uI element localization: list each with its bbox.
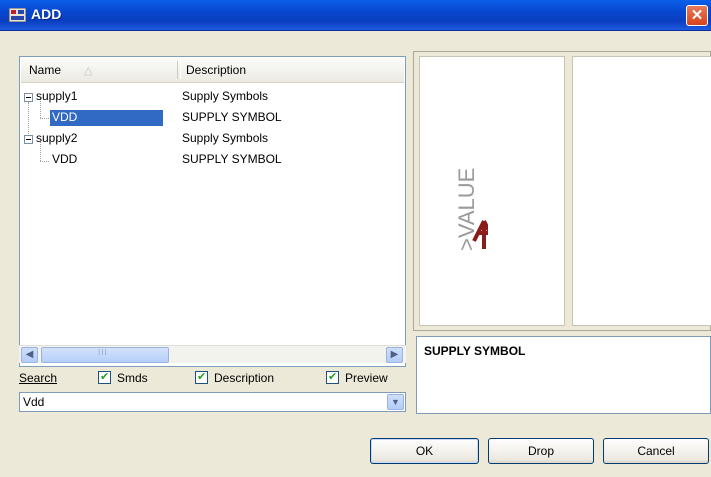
collapse-icon[interactable] [24, 93, 33, 102]
column-separator[interactable] [177, 61, 181, 79]
smds-label[interactable]: Smds [117, 371, 148, 385]
collapse-icon[interactable] [24, 135, 33, 144]
tree-row-name: supply2 [36, 131, 78, 145]
tree-row-description: Supply Symbols [182, 131, 269, 145]
preview-checkbox[interactable] [326, 370, 339, 384]
description-checkbox[interactable] [195, 370, 208, 384]
column-header-description[interactable]: Description [186, 63, 246, 77]
description-box: SUPPLY SYMBOL [416, 336, 711, 414]
tree-row[interactable]: supply1 Supply Symbols [20, 88, 405, 105]
search-combobox[interactable]: Vdd ▼ [19, 392, 406, 412]
scroll-grip: III [98, 348, 108, 357]
description-text: SUPPLY SYMBOL [424, 344, 526, 358]
scroll-thumb[interactable]: III [41, 347, 169, 363]
tree-row-selected[interactable]: VDD SUPPLY SYMBOL [20, 109, 405, 126]
close-icon: ✕ [690, 7, 704, 24]
symbol-preview: >VALUE [419, 56, 565, 326]
preview-label[interactable]: Preview [345, 371, 388, 385]
window-title: ADD [31, 6, 62, 22]
tree-row-description: SUPPLY SYMBOL [182, 152, 282, 166]
library-tree[interactable]: Name △ Description supply1 Supply Symbol… [19, 56, 406, 367]
drop-button[interactable]: Drop [488, 438, 594, 464]
horizontal-scrollbar[interactable]: ◀ III ▶ [19, 345, 406, 363]
tree-row[interactable]: VDD SUPPLY SYMBOL [20, 151, 405, 168]
ok-button[interactable]: OK [370, 438, 479, 464]
smds-checkbox[interactable] [98, 370, 111, 384]
column-header: Name △ Description [21, 58, 404, 83]
search-options: Search Smds Description Preview [19, 369, 409, 389]
cancel-button[interactable]: Cancel [603, 438, 709, 464]
app-icon [9, 8, 26, 22]
title-bar[interactable]: ADD ✕ [0, 0, 711, 31]
description-label[interactable]: Description [214, 371, 274, 385]
preview-panel: >VALUE [413, 51, 711, 331]
tree-row-name: VDD [52, 152, 78, 166]
tree-row-description: SUPPLY SYMBOL [182, 110, 282, 124]
add-dialog: ADD ✕ Name △ Description supply1 Supply … [0, 0, 711, 477]
symbol-graphic: >VALUE [454, 168, 488, 251]
tree-row-description: Supply Symbols [182, 89, 269, 103]
scroll-right-button[interactable]: ▶ [386, 347, 403, 363]
chevron-down-icon[interactable]: ▼ [387, 394, 404, 410]
column-header-name[interactable]: Name [29, 63, 61, 77]
tree-row[interactable]: supply2 Supply Symbols [20, 130, 405, 147]
tree-row-name: supply1 [36, 89, 78, 103]
close-button[interactable]: ✕ [686, 5, 708, 26]
sort-ascending-icon: △ [84, 65, 93, 77]
search-input[interactable]: Vdd [23, 395, 44, 409]
search-label: Search [19, 371, 58, 385]
scroll-left-button[interactable]: ◀ [21, 347, 38, 363]
package-preview [572, 56, 711, 326]
tree-row-name: VDD [50, 110, 163, 126]
